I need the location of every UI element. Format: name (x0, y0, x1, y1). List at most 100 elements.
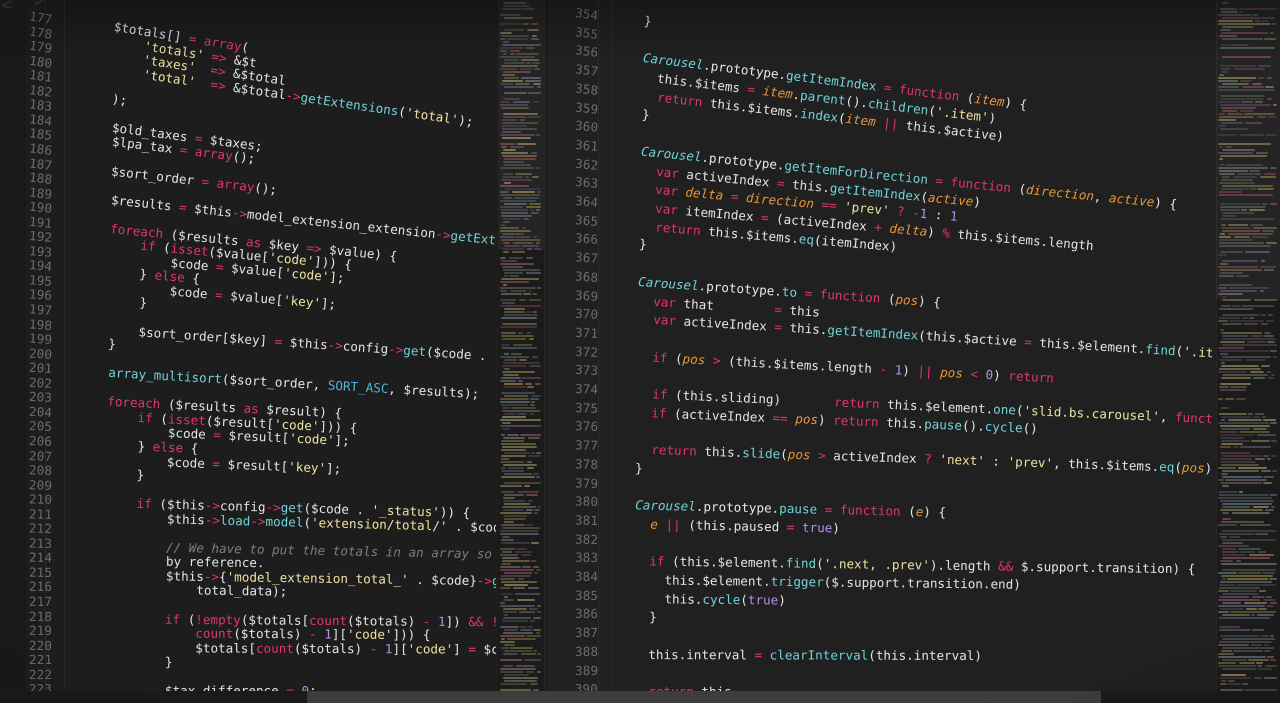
minimap-line (503, 599, 514, 601)
line-number: 355 (574, 23, 600, 42)
minimap-line (501, 443, 536, 445)
minimap-line (1222, 335, 1249, 337)
code-line[interactable]: } (78, 292, 148, 311)
line-number: 376 (574, 418, 599, 435)
minimap-line (1219, 584, 1235, 586)
minimap-line (1220, 461, 1256, 463)
code-line[interactable]: if (pos > (this.$items.length - 1) || po… (622, 349, 1054, 385)
minimap-line (501, 647, 509, 649)
minimap-line (500, 683, 527, 685)
code-line[interactable]: } (628, 13, 653, 29)
javascript-code-area[interactable]: } Carousel.prototype.getItemIndex = func… (612, 0, 1212, 703)
minimap-line (1262, 203, 1268, 205)
minimap-line (1222, 26, 1253, 28)
code-line[interactable]: this.$element.trigger($.support.transiti… (619, 573, 1021, 592)
code-line[interactable]: } (74, 654, 173, 669)
minimap-line (528, 92, 541, 94)
minimap-line (500, 83, 513, 85)
code-line[interactable]: } (76, 467, 145, 482)
editor-screenshot: 1771781791801811821831841851861871881891… (0, 0, 1280, 703)
minimap-line (509, 275, 519, 277)
code-line[interactable]: } (620, 460, 643, 475)
minimap-line (503, 149, 516, 151)
minimap-line (526, 311, 531, 313)
minimap-line (1219, 494, 1269, 496)
line-number: 362 (574, 155, 599, 173)
minimap-line (526, 257, 533, 259)
code-line[interactable]: 'total' => &$total->getExtensions('total… (82, 60, 474, 129)
minimap-line (1218, 134, 1237, 136)
line-number: 375 (574, 399, 599, 416)
minimap-line (535, 167, 541, 169)
minimap-line (1225, 398, 1234, 400)
code-line[interactable]: $sort_order[$key] = $this->config->get($… (78, 322, 496, 371)
minimap-line (1271, 455, 1277, 457)
code-line[interactable]: return this.slide(pos > activeIndex ? 'n… (620, 442, 1212, 476)
minimap-right[interactable] (1216, 0, 1280, 703)
line-number: 385 (574, 587, 599, 603)
php-code-area[interactable]: $totals[] = array( 'totals' => &$t 'taxe… (66, 0, 496, 703)
code-line[interactable]: } (626, 106, 650, 122)
minimap-line (1253, 14, 1258, 16)
minimap-line (526, 47, 535, 49)
minimap-line (1271, 440, 1277, 442)
minimap-line (1236, 398, 1246, 400)
minimap-left[interactable] (498, 0, 544, 703)
code-line[interactable]: } (78, 336, 117, 351)
minimap-line (1220, 383, 1251, 385)
minimap-line (1222, 374, 1268, 376)
minimap-line (1219, 368, 1261, 370)
minimap-line (531, 23, 538, 25)
minimap-line (1222, 323, 1242, 325)
minimap-line (1272, 23, 1276, 25)
minimap-line (515, 551, 532, 553)
minimap-line (530, 209, 534, 211)
minimap-line (1239, 491, 1243, 493)
code-line[interactable]: ); (82, 89, 129, 108)
minimap-line (501, 179, 532, 181)
horizontal-scrollbar[interactable] (0, 691, 1280, 703)
minimap-line (503, 197, 512, 199)
code-line[interactable]: this.cycle(true) (619, 591, 786, 607)
line-number: 357 (574, 61, 599, 80)
minimap-line (1222, 212, 1254, 214)
minimap-line (1261, 365, 1270, 367)
minimap-line (1255, 413, 1264, 415)
minimap-line (1240, 110, 1254, 112)
minimap-line (500, 419, 541, 421)
minimap-line (528, 626, 533, 628)
code-line[interactable]: total_data); (75, 583, 287, 599)
minimap-line (1218, 143, 1271, 145)
minimap-line (500, 23, 522, 25)
code-line[interactable]: } (624, 237, 648, 253)
minimap-line (1221, 365, 1259, 367)
minimap-line (504, 314, 538, 316)
code-line[interactable]: } (619, 610, 657, 625)
minimap-line (500, 305, 541, 307)
minimap-line (500, 281, 529, 283)
minimap-line (1222, 485, 1229, 487)
code-line[interactable]: this.interval = clearInterval(this.inter… (618, 647, 983, 663)
minimap-line (1218, 545, 1249, 547)
minimap-line (504, 674, 529, 676)
horizontal-scrollbar-thumb[interactable] (307, 691, 1101, 703)
minimap-line (1221, 464, 1259, 466)
minimap-line (1250, 188, 1256, 190)
minimap-line (504, 503, 530, 505)
minimap-line (501, 455, 526, 457)
minimap-line (1220, 95, 1265, 97)
minimap-line (1248, 413, 1253, 415)
minimap-line (528, 455, 541, 457)
minimap-line (518, 332, 523, 334)
minimap-line (1229, 320, 1264, 322)
minimap-line (1218, 266, 1258, 268)
minimap-line (1242, 305, 1274, 307)
minimap-line (1234, 236, 1250, 238)
minimap-line (504, 353, 509, 355)
code-line[interactable]: e || (this.paused = true) (619, 517, 840, 536)
minimap-line (501, 563, 511, 565)
minimap-line (500, 356, 529, 358)
minimap-line (502, 428, 510, 430)
minimap-line (1273, 104, 1277, 106)
minimap-line (517, 599, 535, 601)
